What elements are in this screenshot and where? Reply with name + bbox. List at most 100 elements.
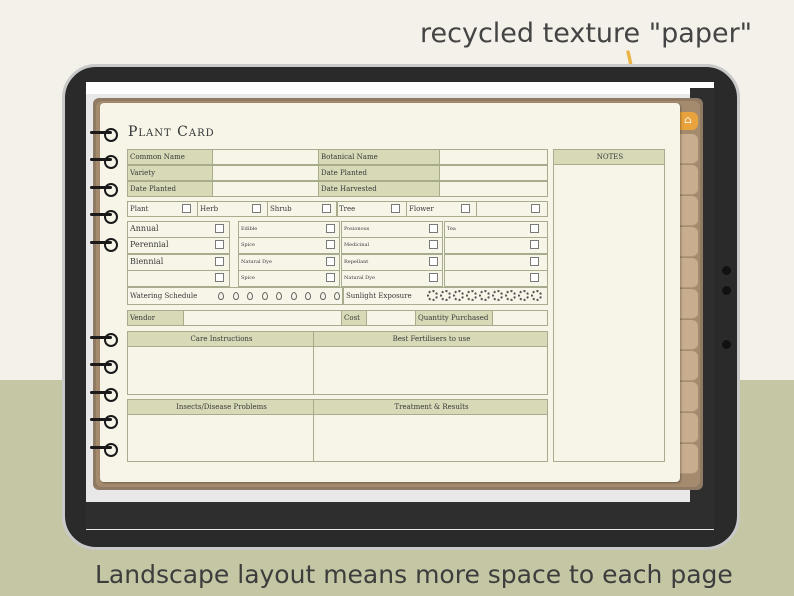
date-planted-label: Date Planted [318,165,440,181]
spiral-ring [90,210,118,224]
tablet-sensor [722,286,731,295]
section-tab[interactable] [678,165,698,195]
sun-icon[interactable] [440,290,451,301]
caption-top: recycled texture "paper" [420,18,753,49]
use-item: Natural Dye [341,270,443,287]
date-harvested-input[interactable] [439,181,548,197]
water-drop-icon[interactable] [319,292,326,300]
page-title: Plant Card [128,124,215,140]
spiral-ring [90,443,118,457]
home-tab[interactable]: ⌂ [678,112,698,130]
use-checkbox[interactable] [429,240,438,249]
water-drop-icon[interactable] [247,292,253,300]
sun-icon[interactable] [427,290,438,301]
water-drop-icon[interactable] [305,292,311,300]
common-name-label: Common Name [127,149,213,165]
sun-icon[interactable] [479,290,490,301]
use-checkbox[interactable] [429,257,438,266]
use-checkbox[interactable] [429,224,438,233]
plant-type-checkbox[interactable] [182,204,191,213]
spiral-ring [90,238,118,252]
sun-icon[interactable] [531,290,542,301]
lifecycle-checkbox[interactable] [215,240,224,249]
plant-type-checkbox[interactable] [252,204,261,213]
water-drop-icon[interactable] [218,292,224,300]
vendor-input[interactable] [183,310,342,326]
plant-type-checkbox[interactable] [322,204,331,213]
variety-label: Variety [127,165,213,181]
plant-type-checkbox[interactable] [461,204,470,213]
section-tab[interactable] [678,134,698,164]
use-checkbox[interactable] [326,224,335,233]
treatment-area[interactable] [313,414,548,462]
use-checkbox[interactable] [530,224,539,233]
use-item: Spice [238,270,340,287]
app-bottom-bar [86,502,714,529]
use-checkbox[interactable] [326,273,335,282]
use-checkbox[interactable] [530,273,539,282]
section-tab[interactable] [678,196,698,226]
section-tab[interactable] [678,258,698,288]
water-drop-icon[interactable] [276,292,282,300]
watering-schedule-label: Watering Schedule [130,292,198,300]
date-harvested-label: Date Harvested [318,181,440,197]
notes-header: NOTES [553,149,665,165]
spiral-ring [90,388,118,402]
insects-area[interactable] [127,414,314,462]
home-icon: ⌂ [684,115,692,126]
date-planted-input-2[interactable] [212,181,319,197]
spiral-ring [90,128,118,142]
vendor-label: Vendor [127,310,184,326]
quantity-input[interactable] [492,310,548,326]
use-item: Edible [238,221,340,238]
spiral-ring [90,333,118,347]
app-top-bar [86,82,714,94]
water-drop-icon[interactable] [290,292,297,300]
section-tab[interactable] [678,320,698,350]
lifecycle-checkbox[interactable] [215,257,224,266]
section-tab[interactable] [678,289,698,319]
use-item: Posionous [341,221,443,238]
use-checkbox[interactable] [429,273,438,282]
insects-header: Insects/Disease Problems [127,399,314,415]
use-checkbox[interactable] [326,257,335,266]
water-drop-icon[interactable] [334,292,340,300]
spiral-ring [90,415,118,429]
spiral-ring [90,183,118,197]
botanical-name-input[interactable] [439,149,548,165]
plant-type-checkbox[interactable] [391,204,400,213]
use-checkbox[interactable] [530,257,539,266]
sun-icon[interactable] [453,290,464,301]
use-checkbox[interactable] [326,240,335,249]
botanical-name-label: Botanical Name [318,149,440,165]
sun-icon[interactable] [518,290,529,301]
notes-area[interactable] [553,164,665,462]
treatment-header: Treatment & Results [313,399,548,415]
lifecycle-checkbox[interactable] [215,224,224,233]
section-tab[interactable] [678,227,698,257]
section-tab[interactable] [678,351,698,381]
date-planted-input[interactable] [439,165,548,181]
cost-label: Cost [341,310,367,326]
common-name-input[interactable] [212,149,319,165]
water-drop-icon[interactable] [232,292,239,300]
use-item: Spice [238,237,340,254]
lifecycle-checkbox[interactable] [215,273,224,282]
quantity-label: Quantity Purchased [415,310,493,326]
spiral-ring [90,155,118,169]
variety-input[interactable] [212,165,319,181]
sunlight-exposure-label: Sunlight Exposure [346,292,412,300]
care-instructions-area[interactable] [127,346,314,395]
fertilisers-area[interactable] [313,346,548,395]
cost-input[interactable] [366,310,416,326]
section-tab[interactable] [678,444,698,474]
section-tab[interactable] [678,413,698,443]
sun-icon[interactable] [505,290,516,301]
plant-type-checkbox[interactable] [531,204,540,213]
sun-icon[interactable] [466,290,477,301]
water-drop-icon[interactable] [261,292,268,300]
use-checkbox[interactable] [530,240,539,249]
section-tab[interactable] [678,382,698,412]
care-instructions-header: Care Instructions [127,331,314,347]
sun-icon[interactable] [492,290,503,301]
